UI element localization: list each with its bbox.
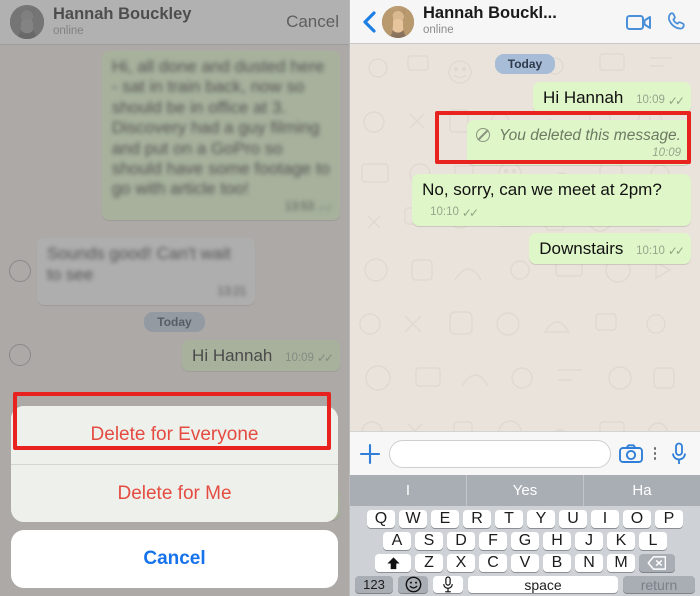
message-text: Hi Hannah	[543, 88, 624, 107]
phone-call-icon[interactable]	[662, 7, 692, 37]
message-meta: 10:10 ✓✓	[430, 205, 479, 220]
key-l[interactable]: L	[639, 532, 667, 550]
backspace-icon[interactable]	[639, 554, 675, 572]
more-options-icon[interactable]	[651, 447, 659, 460]
keyboard-row-1: Q W E R T Y U I O P	[352, 510, 698, 528]
key-r[interactable]: R	[463, 510, 491, 528]
message-time: 10:09	[652, 146, 681, 159]
suggestion-2[interactable]: Yes	[466, 475, 583, 506]
keyboard-keys: Q W E R T Y U I O P A S D F G H J K L Z …	[350, 506, 700, 596]
message-text: Downstairs	[539, 238, 624, 258]
right-header-names: Hannah Bouckl... online	[423, 4, 624, 39]
key-c[interactable]: C	[479, 554, 507, 572]
shift-icon[interactable]	[375, 554, 411, 572]
message-meta: 10:10 ✓✓	[636, 244, 685, 259]
split-screenshot: Hannah Bouckley online Cancel Hi, all do…	[0, 0, 700, 596]
key-h[interactable]: H	[543, 532, 571, 550]
message-time: 10:09	[636, 94, 665, 106]
chevron-left-icon[interactable]	[358, 7, 380, 37]
onscreen-keyboard: I Yes Ha Q W E R T Y U I O P A S D F G H…	[350, 475, 700, 596]
suggestion-3[interactable]: Ha	[583, 475, 700, 506]
keyboard-row-4: 123 space return	[352, 576, 698, 593]
action-sheet-cancel-button[interactable]: Cancel	[11, 530, 338, 588]
avatar[interactable]	[382, 5, 414, 38]
space-key[interactable]: space	[468, 576, 618, 593]
message-meta: 10:09	[476, 147, 681, 161]
right-phone-screen: Hannah Bouckl... online Today Hi Hannah …	[349, 0, 700, 596]
key-x[interactable]: X	[447, 554, 475, 572]
camera-icon[interactable]	[619, 442, 643, 466]
list-item[interactable]: Hi Hannah 10:09 ✓✓	[359, 82, 691, 114]
key-o[interactable]: O	[623, 510, 651, 528]
predictive-text-bar: I Yes Ha	[350, 475, 700, 506]
key-y[interactable]: Y	[527, 510, 555, 528]
key-s[interactable]: S	[415, 532, 443, 550]
message-time: 10:10	[636, 244, 665, 257]
emoji-icon[interactable]	[398, 576, 428, 593]
list-item[interactable]: Downstairs 10:10 ✓✓	[359, 232, 691, 264]
read-receipt-icon: ✓✓	[667, 93, 685, 108]
key-u[interactable]: U	[559, 510, 587, 528]
message-input-bar	[350, 431, 700, 475]
key-n[interactable]: N	[575, 554, 603, 572]
key-m[interactable]: M	[607, 554, 635, 572]
numeric-key[interactable]: 123	[355, 576, 393, 593]
prohibition-icon	[476, 128, 491, 143]
read-receipt-icon: ✓✓	[667, 244, 685, 259]
key-a[interactable]: A	[383, 532, 411, 550]
video-call-icon[interactable]	[624, 7, 654, 37]
message-input[interactable]	[389, 439, 611, 468]
message-text: No, sorry, can we meet at 2pm?	[422, 179, 662, 199]
key-d[interactable]: D	[447, 532, 475, 550]
message-bubble-outgoing[interactable]: Downstairs 10:10 ✓✓	[529, 232, 691, 264]
list-item[interactable]: You deleted this message. 10:09	[359, 120, 691, 165]
suggestion-1[interactable]: I	[350, 475, 466, 506]
key-q[interactable]: Q	[367, 510, 395, 528]
key-k[interactable]: K	[607, 532, 635, 550]
key-t[interactable]: T	[495, 510, 523, 528]
key-p[interactable]: P	[655, 510, 683, 528]
message-text: You deleted this message.	[499, 127, 681, 145]
message-bubble-outgoing[interactable]: No, sorry, can we meet at 2pm? 10:10 ✓✓	[412, 173, 691, 226]
presence-status: online	[423, 24, 454, 37]
key-b[interactable]: B	[543, 554, 571, 572]
message-time: 10:10	[430, 206, 459, 219]
microphone-icon[interactable]	[667, 442, 691, 466]
key-z[interactable]: Z	[415, 554, 443, 572]
right-chat-header: Hannah Bouckl... online	[350, 0, 700, 44]
day-divider-label: Today	[494, 54, 556, 74]
keyboard-row-3: Z X C V B N M	[352, 554, 698, 572]
list-item[interactable]: No, sorry, can we meet at 2pm? 10:10 ✓✓	[359, 173, 691, 226]
key-i[interactable]: I	[591, 510, 619, 528]
plus-icon[interactable]	[359, 443, 381, 465]
message-bubble-outgoing[interactable]: Hi Hannah 10:09 ✓✓	[533, 82, 691, 114]
page-title: Hannah Bouckl...	[423, 4, 557, 23]
action-sheet-group: Delete for Everyone Delete for Me	[11, 406, 338, 522]
key-v[interactable]: V	[511, 554, 539, 572]
deleted-message-bubble[interactable]: You deleted this message. 10:09	[467, 120, 691, 165]
key-g[interactable]: G	[511, 532, 539, 550]
left-phone-screen: Hannah Bouckley online Cancel Hi, all do…	[0, 0, 349, 596]
dictation-microphone-icon[interactable]	[433, 576, 463, 593]
keyboard-row-2: A S D F G H J K L	[352, 532, 698, 550]
day-divider: Today	[359, 54, 691, 74]
key-j[interactable]: J	[575, 532, 603, 550]
key-e[interactable]: E	[431, 510, 459, 528]
return-key[interactable]: return	[623, 576, 695, 593]
delete-for-everyone-button[interactable]: Delete for Everyone	[11, 406, 338, 464]
delete-for-me-button[interactable]: Delete for Me	[11, 464, 338, 522]
message-meta: 10:09 ✓✓	[636, 93, 685, 108]
key-f[interactable]: F	[479, 532, 507, 550]
delete-action-sheet: Delete for Everyone Delete for Me Cancel	[11, 406, 338, 588]
key-w[interactable]: W	[399, 510, 427, 528]
read-receipt-icon: ✓✓	[461, 205, 479, 220]
